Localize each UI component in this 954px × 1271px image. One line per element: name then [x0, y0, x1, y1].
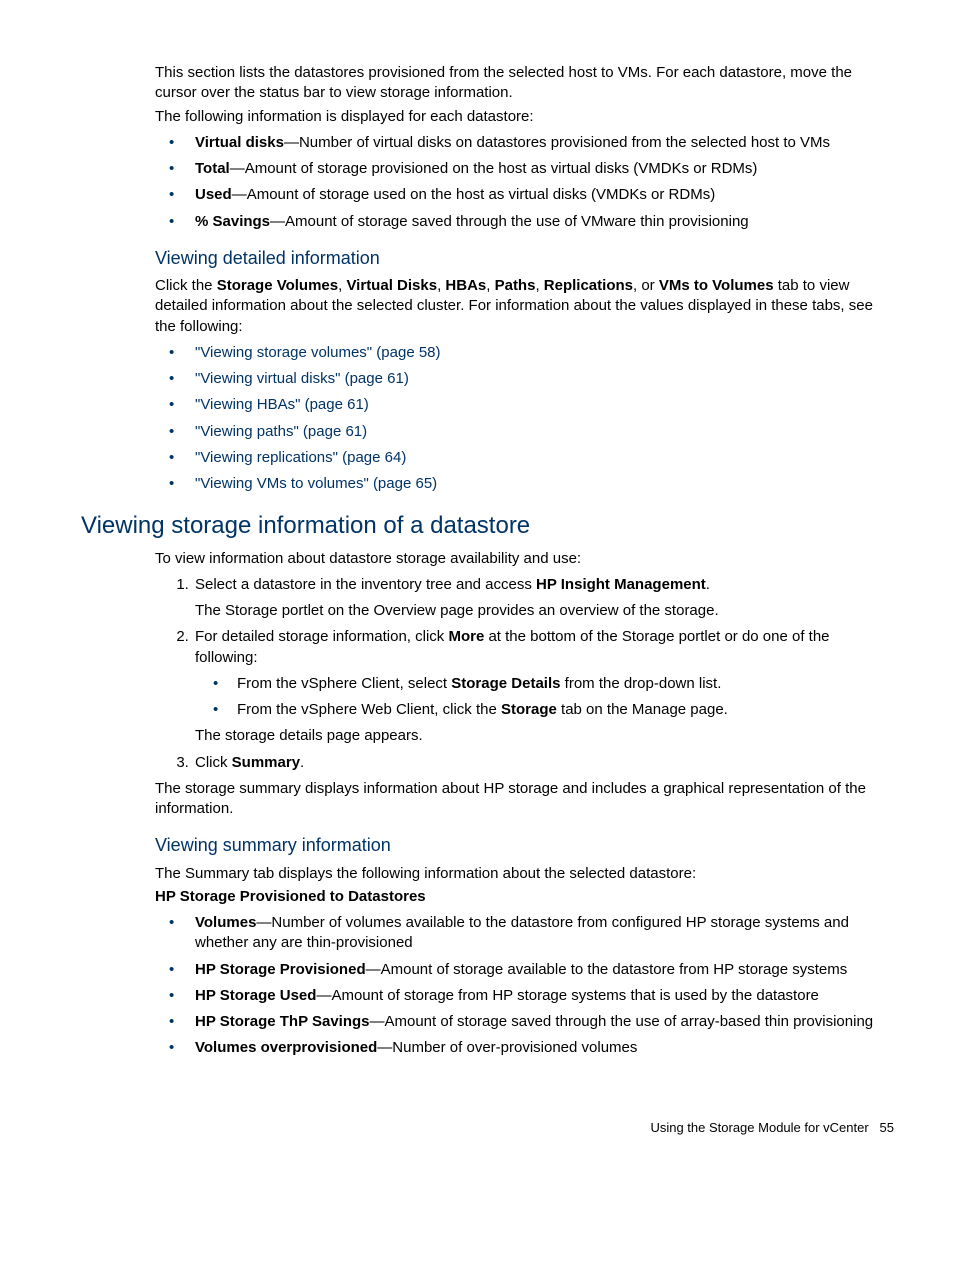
- detail-intro: Click the Storage Volumes, Virtual Disks…: [155, 276, 894, 337]
- list-item: "Viewing replications" (page 64): [155, 448, 894, 468]
- step-2-note: The storage details page appears.: [195, 726, 894, 746]
- link-paths[interactable]: "Viewing paths" (page 61): [195, 423, 367, 440]
- list-item: "Viewing VMs to volumes" (page 65): [155, 474, 894, 494]
- step-2: For detailed storage information, click …: [193, 627, 894, 746]
- intro-paragraph-1: This section lists the datastores provis…: [155, 63, 894, 104]
- sub-item: From the vSphere Web Client, click the S…: [195, 700, 894, 720]
- page-content: This section lists the datastores provis…: [155, 63, 894, 1059]
- link-storage-volumes[interactable]: "Viewing storage volumes" (page 58): [195, 344, 441, 361]
- list-item: HP Storage Used—Amount of storage from H…: [155, 986, 894, 1006]
- link-hbas[interactable]: "Viewing HBAs" (page 61): [195, 396, 369, 413]
- list-item: % Savings—Amount of storage saved throug…: [155, 212, 894, 232]
- list-item: Virtual disks—Number of virtual disks on…: [155, 133, 894, 153]
- step-1-note: The Storage portlet on the Overview page…: [195, 601, 894, 621]
- links-list: "Viewing storage volumes" (page 58) "Vie…: [155, 343, 894, 495]
- heading-viewing-summary: Viewing summary information: [155, 833, 894, 857]
- list-item: "Viewing HBAs" (page 61): [155, 395, 894, 415]
- datastore-info-list: Virtual disks—Number of virtual disks on…: [155, 133, 894, 232]
- list-item: Used—Amount of storage used on the host …: [155, 185, 894, 205]
- step-1: Select a datastore in the inventory tree…: [193, 575, 894, 622]
- list-item: HP Storage Provisioned—Amount of storage…: [155, 960, 894, 980]
- h2-intro: To view information about datastore stor…: [155, 549, 894, 569]
- summary-bold-title: HP Storage Provisioned to Datastores: [155, 887, 894, 907]
- list-item: "Viewing paths" (page 61): [155, 422, 894, 442]
- step-2-sublist: From the vSphere Client, select Storage …: [195, 674, 894, 721]
- list-item: Volumes overprovisioned—Number of over-p…: [155, 1038, 894, 1058]
- link-replications[interactable]: "Viewing replications" (page 64): [195, 449, 406, 466]
- steps-list: Select a datastore in the inventory tree…: [155, 575, 894, 773]
- page-number: 55: [880, 1120, 894, 1135]
- list-item: "Viewing storage volumes" (page 58): [155, 343, 894, 363]
- list-item: Volumes—Number of volumes available to t…: [155, 913, 894, 954]
- hp-storage-list: Volumes—Number of volumes available to t…: [155, 913, 894, 1059]
- after-steps: The storage summary displays information…: [155, 779, 894, 820]
- heading-viewing-detailed: Viewing detailed information: [155, 246, 894, 270]
- list-item: "Viewing virtual disks" (page 61): [155, 369, 894, 389]
- page-footer: Using the Storage Module for vCenter 55: [60, 1119, 894, 1137]
- step-3: Click Summary.: [193, 753, 894, 773]
- heading-viewing-storage-datastore: Viewing storage information of a datasto…: [81, 510, 894, 542]
- list-item: HP Storage ThP Savings—Amount of storage…: [155, 1012, 894, 1032]
- link-virtual-disks[interactable]: "Viewing virtual disks" (page 61): [195, 370, 409, 387]
- summary-intro: The Summary tab displays the following i…: [155, 864, 894, 884]
- link-vms-volumes[interactable]: "Viewing VMs to volumes" (page 65): [195, 475, 437, 492]
- intro-paragraph-2: The following information is displayed f…: [155, 107, 894, 127]
- footer-text: Using the Storage Module for vCenter: [650, 1120, 868, 1135]
- sub-item: From the vSphere Client, select Storage …: [195, 674, 894, 694]
- list-item: Total—Amount of storage provisioned on t…: [155, 159, 894, 179]
